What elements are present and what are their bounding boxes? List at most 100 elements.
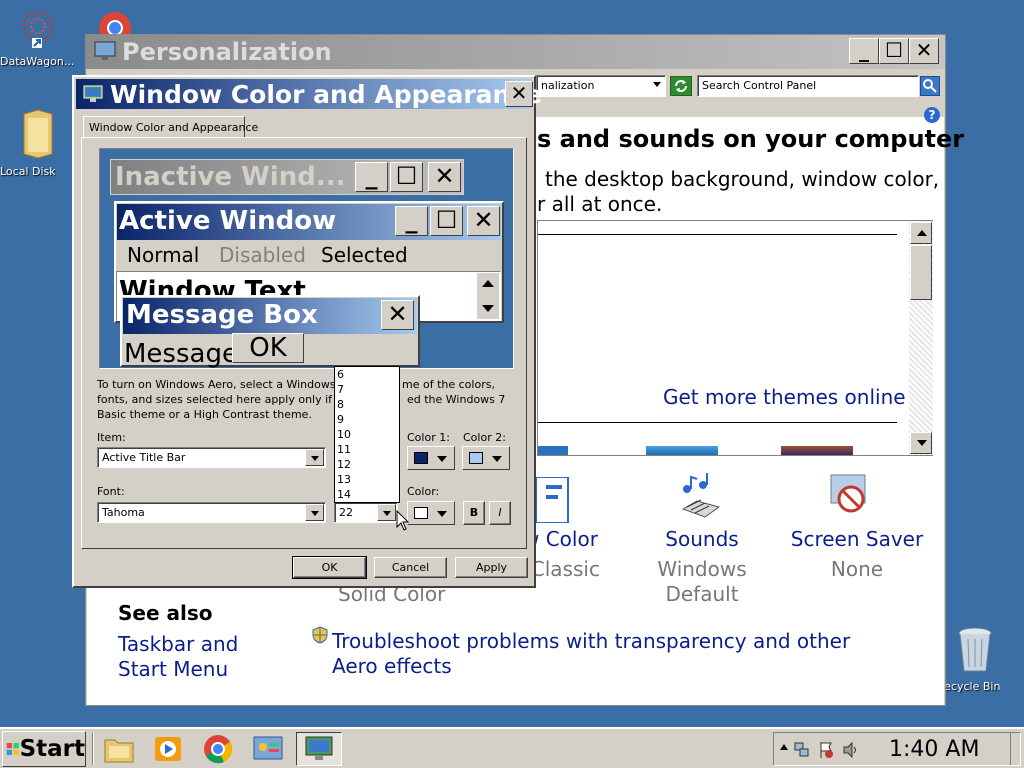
size-option[interactable]: 10 — [335, 427, 399, 442]
color1-swatch — [414, 452, 428, 464]
size-option[interactable]: 11 — [335, 442, 399, 457]
search-placeholder: Search Control Panel — [702, 79, 817, 92]
bold-button[interactable]: B — [463, 501, 485, 525]
start-button[interactable]: Start — [2, 731, 86, 767]
chevron-down-icon[interactable] — [653, 82, 661, 87]
item-select[interactable]: Active Title Bar — [97, 447, 326, 468]
desktop-icon-recycle-bin[interactable]: Recycle Bin — [937, 625, 1013, 693]
search-input[interactable]: Search Control Panel — [697, 75, 919, 97]
preview-msgbox-title-bar: Message Box ✕ — [123, 298, 417, 334]
italic-button[interactable]: I — [489, 501, 511, 525]
show-desktop-button[interactable] — [1010, 733, 1018, 765]
preview-maximize-icon: ☐ — [430, 206, 463, 236]
ok-button[interactable]: OK — [292, 556, 367, 579]
address-bar[interactable]: nalization — [536, 75, 666, 97]
color1-button[interactable] — [407, 446, 455, 470]
clock[interactable]: 1:40 AM — [889, 737, 979, 762]
system-tray: 1:40 AM — [773, 732, 1021, 766]
start-label: Start — [19, 736, 85, 762]
size-option[interactable]: 6 — [335, 367, 399, 382]
taskbar-media-player-button[interactable] — [150, 732, 186, 766]
refresh-icon — [675, 80, 687, 92]
desktop-icon-label: Local Disk — [0, 165, 56, 178]
taskbar-chrome-button[interactable] — [200, 732, 236, 766]
scroll-down-button[interactable] — [910, 432, 932, 454]
size-option[interactable]: 13 — [335, 472, 399, 487]
color2-button[interactable] — [462, 446, 510, 470]
preview-menu-normal: Normal — [127, 243, 200, 267]
taskbar-control-panel-button[interactable] — [250, 732, 286, 766]
sounds-option[interactable]: Sounds — [647, 527, 757, 551]
theme-thumbnail[interactable] — [781, 446, 853, 455]
preview-inactive-title: Inactive Wind... — [115, 162, 346, 192]
dialog-title: Window Color and Appearance — [110, 80, 543, 109]
color2-swatch — [469, 452, 483, 464]
recycle-bin-icon — [958, 627, 992, 672]
divider — [538, 234, 897, 235]
search-icon — [923, 79, 937, 93]
window-color-icon[interactable] — [535, 476, 576, 524]
media-player-icon — [155, 737, 181, 761]
preview-inactive-window[interactable]: Inactive Wind... _ ☐ ✕ — [110, 159, 464, 195]
window-color-dialog: Window Color and Appearance ✕ Window Col… — [72, 75, 542, 588]
taskbar-personalization-button[interactable] — [296, 732, 342, 766]
network-icon[interactable] — [794, 741, 810, 759]
desktop-icon-label: Recycle Bin — [937, 680, 1001, 693]
taskbar-explorer-button[interactable] — [101, 732, 137, 766]
help-icon[interactable]: ? — [924, 107, 940, 123]
dialog-close-button[interactable]: ✕ — [505, 81, 533, 107]
dialog-title-bar[interactable]: Window Color and Appearance ✕ — [76, 79, 542, 109]
chevron-down-icon — [437, 511, 447, 517]
screen-saver-icon[interactable] — [827, 473, 877, 523]
preview-msgbox-title: Message Box — [126, 300, 318, 330]
close-button[interactable]: ✕ — [909, 38, 939, 64]
minimize-button[interactable]: _ — [849, 38, 879, 64]
font-select[interactable]: Tahoma — [97, 502, 326, 523]
search-button[interactable] — [920, 76, 940, 96]
color1-label: Color 1: — [407, 431, 450, 444]
font-size-select[interactable]: 22 — [334, 502, 398, 523]
mouse-cursor-icon — [396, 510, 410, 531]
size-option[interactable]: 9 — [335, 412, 399, 427]
chevron-down-icon[interactable] — [377, 504, 396, 521]
troubleshoot-link[interactable]: Troubleshoot problems with transparency … — [332, 629, 892, 679]
theme-thumbnail[interactable] — [646, 446, 718, 455]
display-icon — [83, 85, 103, 102]
chevron-down-icon[interactable] — [305, 449, 324, 466]
theme-thumbnail[interactable] — [538, 446, 568, 455]
font-color-button[interactable] — [407, 501, 455, 525]
preview-ok-button: OK — [232, 333, 304, 363]
item-label: Item: — [97, 431, 126, 444]
appearance-preview: Inactive Wind... _ ☐ ✕ Active Window _ ☐… — [99, 148, 514, 369]
font-size-dropdown-list[interactable]: 6 7 8 9 10 11 12 13 14 — [334, 366, 400, 503]
tab-window-color-appearance[interactable]: Window Color and Appearance — [83, 116, 258, 138]
scroll-up-button[interactable] — [910, 222, 932, 244]
screen-saver-option[interactable]: Screen Saver — [787, 527, 927, 551]
theme-list[interactable]: Get more themes online — [537, 220, 933, 456]
size-option[interactable]: 7 — [335, 382, 399, 397]
folder-icon — [23, 109, 53, 159]
desktop-icon-datawagon[interactable]: DataWagon... — [0, 10, 76, 68]
apply-button[interactable]: Apply — [455, 557, 528, 578]
scrollbar[interactable] — [909, 221, 933, 455]
cancel-button[interactable]: Cancel — [374, 557, 447, 578]
chevron-down-icon[interactable] — [305, 504, 324, 521]
taskbar-start-menu-link[interactable]: Taskbar and Start Menu — [118, 632, 268, 682]
refresh-button[interactable] — [670, 76, 692, 96]
window-color-option[interactable]: w Color — [523, 527, 643, 551]
action-center-icon[interactable] — [818, 741, 834, 759]
size-option[interactable]: 8 — [335, 397, 399, 412]
show-hidden-icons-icon[interactable] — [780, 744, 788, 750]
personalization-title-bar[interactable]: Personalization _ ☐ ✕ — [86, 35, 945, 69]
desktop-icon-chrome[interactable] — [95, 8, 135, 44]
color2-label: Color 2: — [463, 431, 506, 444]
preview-message-box[interactable]: Message Box ✕ Message Text OK — [120, 295, 420, 368]
volume-icon[interactable] — [842, 741, 860, 759]
sounds-icon[interactable] — [675, 473, 725, 521]
scroll-thumb[interactable] — [910, 245, 932, 300]
maximize-button[interactable]: ☐ — [879, 38, 909, 64]
size-option[interactable]: 12 — [335, 457, 399, 472]
size-option[interactable]: 14 — [335, 487, 399, 502]
get-more-themes-link[interactable]: Get more themes online — [663, 385, 906, 409]
desktop-icon-local-disk[interactable]: Local Disk — [0, 108, 76, 178]
